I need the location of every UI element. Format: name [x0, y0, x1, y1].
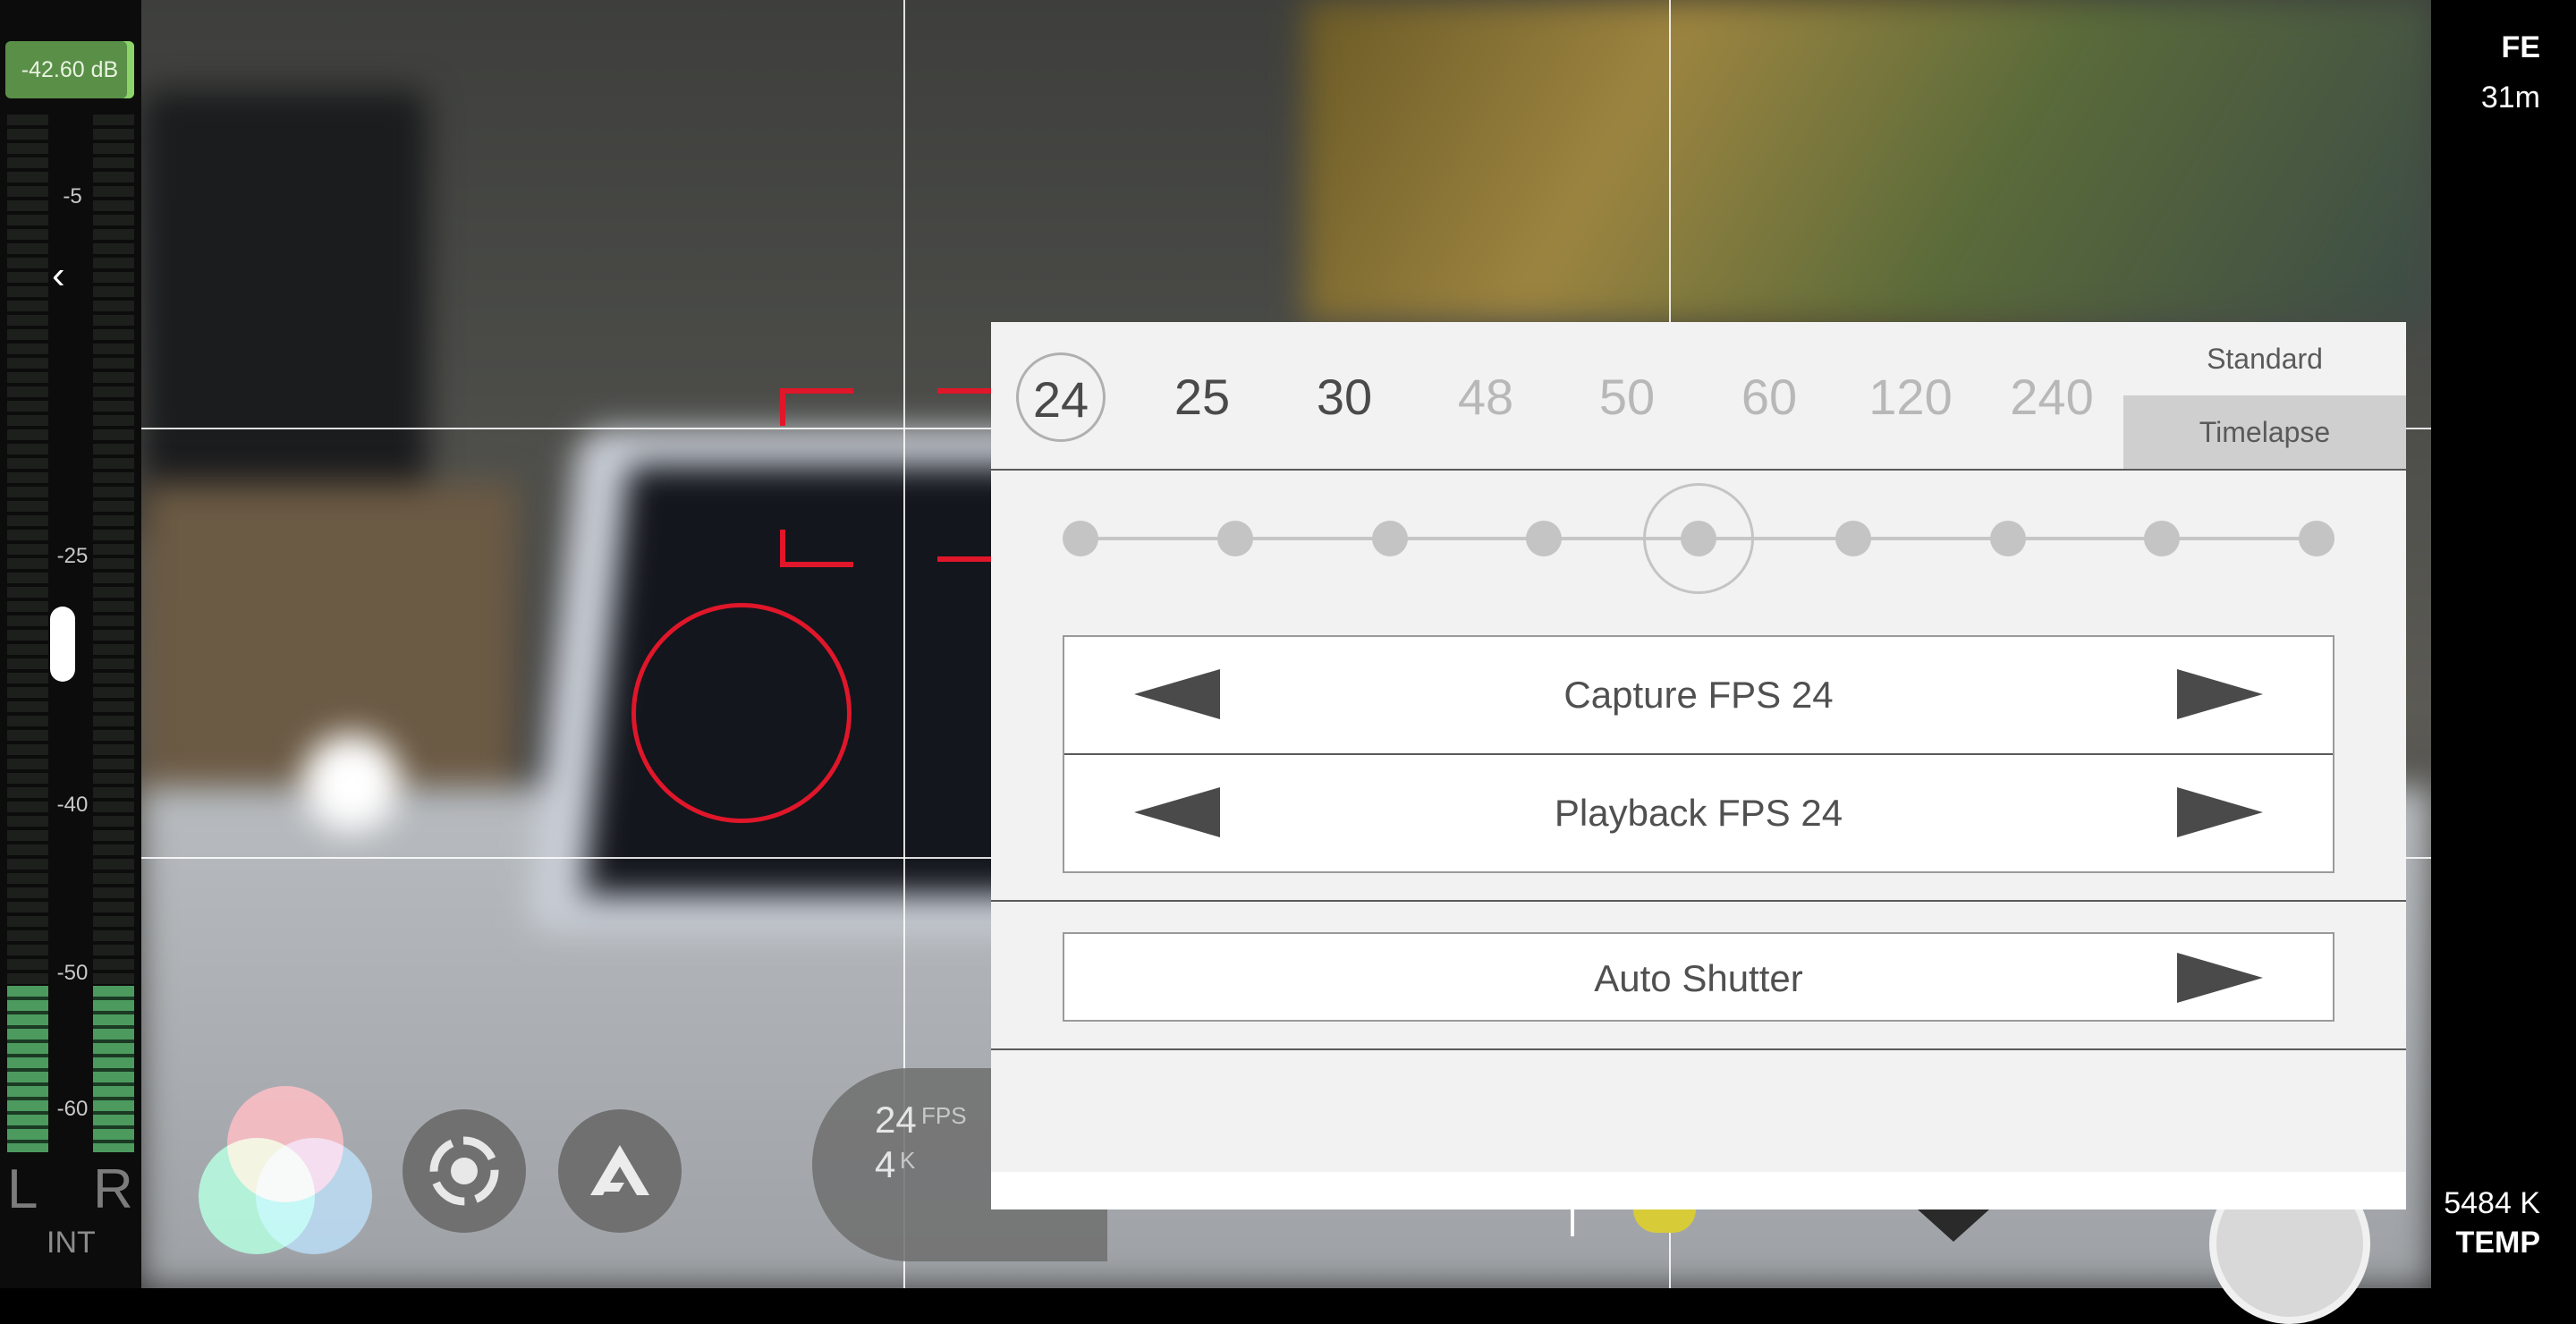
white-balance-value[interactable]: 5484 K	[2444, 1186, 2540, 1221]
lens-indicator[interactable]: FE	[2502, 30, 2540, 65]
fps-unit: FPS	[921, 1102, 967, 1129]
frame-rate-option[interactable]: 50	[1582, 352, 1672, 442]
mode-standard-tab[interactable]: Standard	[2123, 322, 2406, 395]
playback-fps-increase-icon[interactable]	[2177, 787, 2263, 837]
color-adjust-icon[interactable]	[199, 1082, 374, 1258]
frame-rate-selector: 24 25 30 48 50 60 120 240	[991, 322, 2123, 471]
speed-slider-stop[interactable]	[1989, 521, 2026, 556]
focus-reticle-corner-tl	[780, 388, 853, 426]
frame-rate-option[interactable]: 60	[1724, 352, 1814, 442]
audio-scale-label: -50	[56, 961, 89, 985]
collapse-chevron-icon[interactable]: ‹	[52, 256, 65, 295]
focus-reticle-corner-bl	[780, 530, 853, 567]
fps-stepper-group: Capture FPS 24 Playback FPS 24	[1063, 635, 2334, 873]
speed-slider-stop[interactable]	[2299, 521, 2334, 556]
capture-fps-stepper: Capture FPS 24	[1064, 637, 2333, 753]
speed-slider-stop[interactable]	[2144, 521, 2181, 556]
left-channel-label: L	[7, 1158, 38, 1220]
level-indicator	[1571, 1209, 1574, 1236]
speed-slider-thumb[interactable]	[1643, 483, 1754, 594]
resolution-unit: K	[900, 1147, 916, 1174]
speed-slider-stop[interactable]	[1371, 521, 1408, 556]
mode-timelapse-tab[interactable]: Timelapse	[2123, 395, 2406, 469]
frame-rate-option[interactable]: 24	[1016, 352, 1106, 442]
auto-a-icon	[590, 1145, 649, 1195]
panel-divider	[991, 1048, 2406, 1050]
frame-rate-option[interactable]: 25	[1157, 352, 1247, 442]
frame-rate-option[interactable]: 120	[1866, 352, 1955, 442]
record-time-remaining: 31m	[2480, 81, 2540, 115]
audio-meter-right-level	[93, 986, 134, 1152]
auto-mode-button[interactable]	[558, 1109, 682, 1233]
audio-meter-left-level	[7, 986, 48, 1152]
audio-meter: -42.60 dB -5 -25 -40 -50 -60 ‹ L R INT	[0, 0, 141, 1288]
frame-rate-panel: 24 25 30 48 50 60 120 240 Standard Timel…	[991, 322, 2406, 1209]
resolution-value: 4	[875, 1143, 896, 1185]
playback-fps-label: Playback FPS 24	[1554, 792, 1843, 834]
panel-footer	[991, 1172, 2406, 1209]
audio-scale-label: -40	[56, 793, 89, 817]
panel-divider	[991, 900, 2406, 902]
speed-slider-stop[interactable]	[1526, 521, 1563, 556]
auto-shutter-row[interactable]: Auto Shutter	[1063, 932, 2334, 1022]
capture-fps-label: Capture FPS 24	[1563, 674, 1834, 716]
focus-target-icon	[429, 1136, 499, 1206]
fps-value: 24	[875, 1099, 917, 1141]
right-channel-label: R	[93, 1158, 133, 1220]
color-wheel-blue	[256, 1138, 372, 1254]
frame-rate-option[interactable]: 48	[1441, 352, 1530, 442]
audio-scale-label: -25	[56, 544, 89, 568]
background-speaker	[141, 89, 428, 537]
panel-divider	[991, 469, 2406, 471]
background-monitor	[1304, 0, 2431, 322]
audio-scale-label: -60	[56, 1097, 89, 1121]
auto-shutter-control: Auto Shutter	[1064, 921, 2333, 1037]
audio-gain-slider-handle[interactable]	[50, 607, 75, 682]
speed-slider-stop[interactable]	[1063, 521, 1098, 556]
settings-wheel-icon[interactable]	[1918, 1209, 1989, 1242]
audio-meter-right-channel	[93, 115, 134, 1152]
speed-slider-stop[interactable]	[1835, 521, 1871, 556]
capture-fps-increase-icon[interactable]	[2177, 669, 2263, 719]
white-balance-label[interactable]: TEMP	[2456, 1226, 2540, 1260]
audio-db-readout: -42.60 dB	[5, 41, 134, 98]
playback-fps-stepper: Playback FPS 24	[1064, 755, 2333, 871]
exposure-reticle[interactable]	[631, 603, 852, 823]
auto-shutter-label: Auto Shutter	[1594, 957, 1803, 999]
frame-rate-option[interactable]: 240	[2007, 352, 2097, 442]
speed-slider-stop[interactable]	[1216, 521, 1253, 556]
audio-meter-left-channel	[7, 115, 48, 1152]
background-light	[302, 734, 401, 832]
audio-scale-label: -5	[63, 184, 82, 208]
auto-shutter-arrow-icon[interactable]	[2177, 953, 2263, 1003]
audio-input-source[interactable]: INT	[47, 1226, 96, 1260]
frame-rate-option[interactable]: 30	[1300, 352, 1389, 442]
focus-mode-button[interactable]	[402, 1109, 526, 1233]
